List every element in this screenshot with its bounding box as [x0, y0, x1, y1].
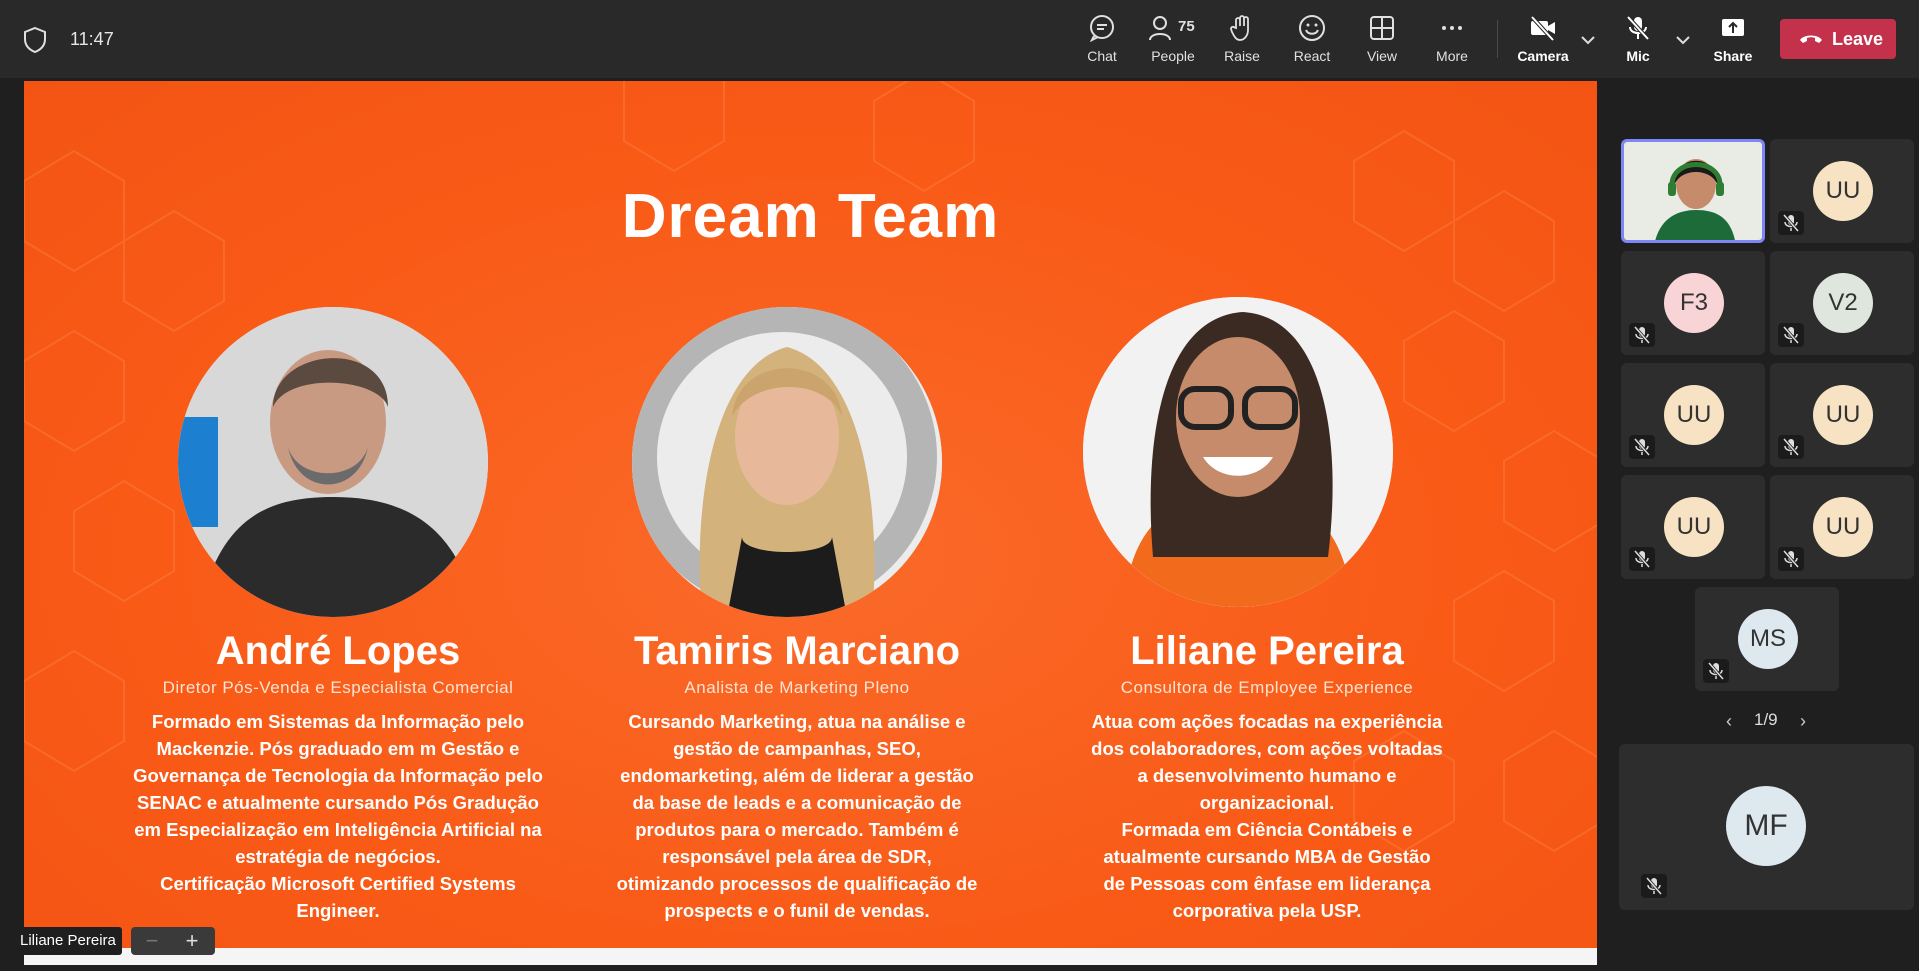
andre-lopes-photo — [178, 307, 488, 617]
person-name: Liliane Pereira — [1130, 629, 1404, 673]
chat-icon — [1089, 15, 1114, 42]
avatar: UU — [1813, 385, 1873, 445]
react-button[interactable]: React — [1277, 10, 1347, 70]
share-label: Share — [1713, 48, 1753, 64]
participant-tile[interactable]: UU — [1770, 475, 1914, 579]
portrait-man-image — [178, 307, 488, 617]
participant-tile[interactable]: UU — [1770, 139, 1914, 243]
react-label: React — [1293, 48, 1331, 64]
mic-options-chevron-down-icon[interactable] — [1673, 30, 1693, 50]
muted-indicator — [1778, 435, 1804, 459]
participant-tile[interactable]: F3 — [1621, 251, 1765, 355]
mic-off-icon — [1783, 326, 1799, 344]
mic-off-icon — [1646, 877, 1662, 895]
portrait-woman-glasses-image — [1083, 297, 1393, 607]
share-screen-icon — [1722, 19, 1744, 36]
participant-tile[interactable]: UU — [1621, 475, 1765, 579]
muted-indicator — [1703, 659, 1729, 683]
avatar: V2 — [1813, 273, 1873, 333]
mic-off-icon — [1783, 550, 1799, 568]
portrait-woman-image — [632, 307, 942, 617]
self-video-feed — [1624, 142, 1762, 240]
person-bio: Cursando Marketing, atua na análise e ge… — [616, 711, 978, 921]
mic-label: Mic — [1626, 48, 1650, 64]
slide-title: Dream Team — [621, 182, 1000, 251]
zoom-out-button[interactable]: − — [137, 928, 167, 954]
person-role: Consultora de Employee Experience — [1120, 678, 1414, 697]
muted-indicator — [1629, 323, 1655, 347]
avatar: F3 — [1664, 273, 1724, 333]
meeting-toolbar: 11:47 Chat 75 People Raise React View Mo… — [0, 0, 1919, 78]
shared-slide: Dream Team André Lopes Diretor Pós-Venda… — [24, 81, 1597, 948]
view-label: View — [1366, 48, 1398, 64]
avatar: UU — [1813, 497, 1873, 557]
avatar: UU — [1664, 497, 1724, 557]
camera-button[interactable]: Camera — [1508, 10, 1578, 70]
mic-off-icon — [1634, 326, 1650, 344]
people-button[interactable]: 75 People — [1138, 10, 1208, 70]
avatar: MF — [1726, 786, 1806, 866]
avatar: UU — [1813, 161, 1873, 221]
avatar: UU — [1664, 385, 1724, 445]
more-dots-icon — [1442, 26, 1462, 30]
muted-indicator — [1778, 323, 1804, 347]
self-video-tile[interactable] — [1621, 139, 1765, 243]
view-button[interactable]: View — [1347, 10, 1417, 70]
meeting-timer: 11:47 — [70, 29, 114, 49]
grid-view-icon — [1370, 16, 1394, 40]
hand-icon — [1230, 15, 1249, 41]
raise-label: Raise — [1224, 48, 1260, 64]
people-count: 75 — [1178, 18, 1195, 35]
gallery-pager: ‹ 1/9 › — [1720, 708, 1820, 732]
participant-tile[interactable]: MS — [1695, 587, 1839, 691]
smiley-icon — [1299, 15, 1325, 41]
camera-options-chevron-down-icon[interactable] — [1578, 30, 1598, 50]
camera-off-icon — [1530, 15, 1555, 42]
people-label: People — [1151, 48, 1195, 64]
people-icon — [1149, 16, 1171, 41]
leave-button[interactable]: Leave — [1780, 19, 1896, 59]
avatar: MS — [1738, 609, 1798, 669]
previous-page-button[interactable]: ‹ — [1726, 711, 1732, 732]
person-bio: Formado em Sistemas da Informação pelo M… — [133, 711, 543, 921]
tamiris-marciano-photo — [632, 307, 942, 617]
muted-indicator — [1778, 547, 1804, 571]
hang-up-icon — [1800, 35, 1822, 43]
muted-indicator — [1778, 211, 1804, 235]
more-button[interactable]: More — [1417, 10, 1487, 70]
mic-off-icon — [1626, 15, 1650, 41]
muted-indicator — [1629, 547, 1655, 571]
participant-tile[interactable]: UU — [1770, 363, 1914, 467]
zoom-control: − + — [131, 927, 215, 955]
chat-button[interactable]: Chat — [1067, 10, 1137, 70]
camera-label: Camera — [1517, 48, 1569, 64]
pinned-participant-tile[interactable]: MF — [1619, 744, 1914, 910]
liliane-pereira-photo — [1083, 297, 1393, 607]
mic-off-icon — [1634, 550, 1650, 568]
shield-icon[interactable] — [22, 26, 48, 54]
share-button[interactable]: Share — [1698, 10, 1768, 70]
person-bio: Atua com ações focadas na experiência do… — [1091, 711, 1443, 921]
participant-tile[interactable]: UU — [1621, 363, 1765, 467]
muted-indicator — [1629, 435, 1655, 459]
leave-label: Leave — [1832, 29, 1884, 49]
mic-off-icon — [1783, 438, 1799, 456]
mic-off-icon — [1634, 438, 1650, 456]
mic-off-icon — [1708, 662, 1724, 680]
mic-off-icon — [1783, 214, 1799, 232]
mic-button[interactable]: Mic — [1603, 10, 1673, 70]
participant-tile[interactable]: V2 — [1770, 251, 1914, 355]
presenter-name-tag: Liliane Pereira — [14, 927, 122, 955]
muted-indicator — [1641, 874, 1667, 898]
next-page-button[interactable]: › — [1800, 711, 1806, 732]
toolbar-divider — [1497, 20, 1498, 58]
raise-hand-button[interactable]: Raise — [1207, 10, 1277, 70]
more-label: More — [1436, 48, 1468, 64]
chat-label: Chat — [1087, 48, 1117, 64]
page-indicator: 1/9 — [1754, 710, 1778, 729]
zoom-in-button[interactable]: + — [177, 928, 207, 954]
slide-bottom-edge — [24, 948, 1597, 965]
